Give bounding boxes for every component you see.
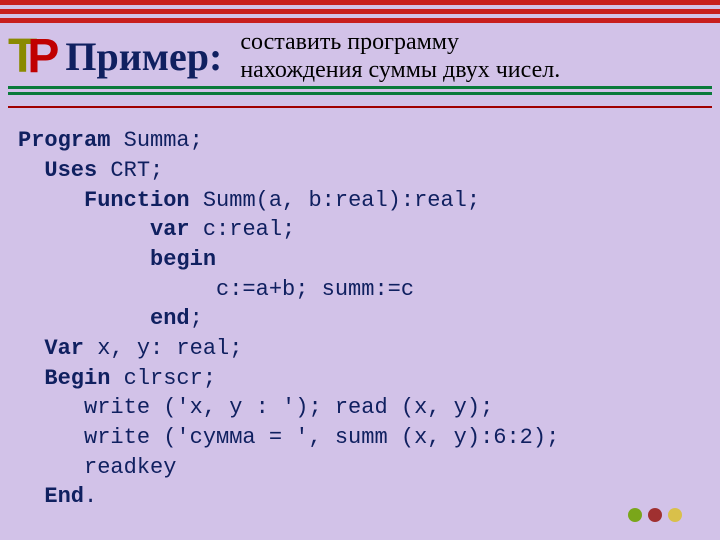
page-title: Пример: bbox=[65, 33, 222, 80]
code-block: Program Summa; Uses CRT; Function Summ(a… bbox=[0, 116, 720, 512]
header: TP Пример: составить программу нахождени… bbox=[0, 29, 720, 84]
stripe bbox=[8, 92, 712, 95]
stripe bbox=[0, 18, 720, 23]
tp-logo: TP bbox=[6, 29, 63, 84]
dot-icon bbox=[628, 508, 642, 522]
dot-icon bbox=[668, 508, 682, 522]
subtitle-line: нахождения суммы двух чисел. bbox=[240, 57, 560, 85]
subtitle-line: составить программу bbox=[240, 29, 560, 57]
logo-p-icon: P bbox=[27, 29, 57, 84]
stripe bbox=[8, 86, 712, 89]
header-underline bbox=[8, 86, 712, 98]
subtitle: составить программу нахождения суммы дву… bbox=[240, 29, 560, 84]
decorative-dots bbox=[628, 508, 682, 522]
top-stripes bbox=[0, 0, 720, 23]
dot-icon bbox=[648, 508, 662, 522]
divider bbox=[8, 106, 712, 108]
logo-area: TP Пример: bbox=[6, 29, 222, 84]
